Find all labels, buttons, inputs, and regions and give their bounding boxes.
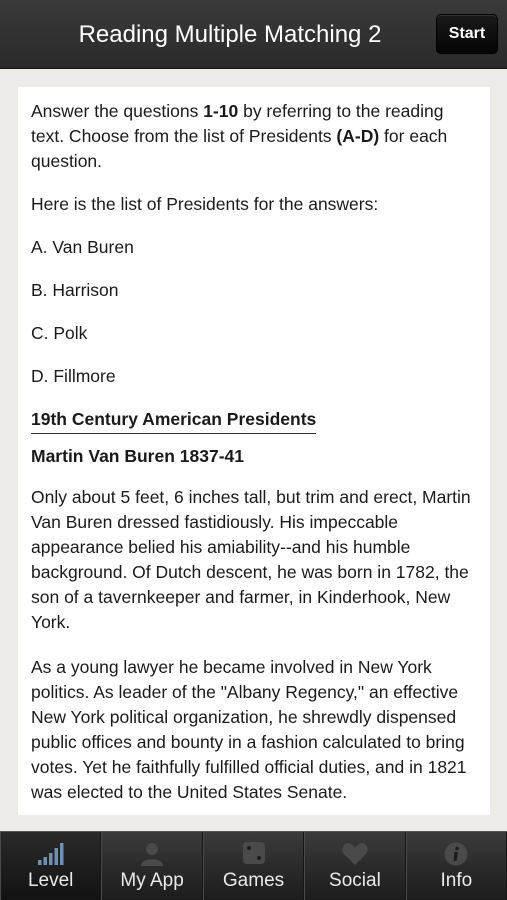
tab-label-my-app: My App xyxy=(120,870,184,891)
questions-range: 1-10 xyxy=(203,101,239,121)
tab-info[interactable]: Info xyxy=(405,832,507,900)
tab-label-info: Info xyxy=(440,870,473,891)
start-button[interactable]: Start xyxy=(436,14,498,54)
signal-bars-icon xyxy=(37,843,64,865)
option-b: B. Harrison xyxy=(31,280,119,300)
paragraph-2: As a young lawyer he became involved in … xyxy=(31,657,467,802)
person-icon xyxy=(141,843,164,866)
answers-range: (A-D) xyxy=(336,126,380,146)
section-title: 19th Century American Presidents xyxy=(31,407,317,434)
tab-level[interactable]: Level xyxy=(0,832,102,900)
list-intro-text: Here is the list of Presidents for the a… xyxy=(31,194,379,214)
option-c: C. Polk xyxy=(31,323,88,343)
header-bar: Reading Multiple Matching 2 Start xyxy=(0,0,507,69)
dice-icon xyxy=(242,842,265,864)
page-title: Reading Multiple Matching 2 xyxy=(78,21,382,48)
tab-label-social: Social xyxy=(329,870,381,891)
option-a: A. Van Buren xyxy=(31,237,134,257)
reading-content-panel[interactable]: Answer the questions 1-10 by referring t… xyxy=(18,87,490,815)
tab-my-app[interactable]: My App xyxy=(101,832,203,900)
bottom-tab-bar: Level My App Games Social Info xyxy=(0,831,507,900)
info-icon xyxy=(444,842,468,866)
option-d: D. Fillmore xyxy=(31,366,116,386)
tab-games[interactable]: Games xyxy=(202,832,305,900)
tab-label-level: Level xyxy=(27,870,74,891)
heart-icon xyxy=(342,843,368,865)
instructions-text: Answer the questions 1-10 by referring t… xyxy=(31,101,448,171)
president-heading: Martin Van Buren 1837-41 xyxy=(31,446,244,466)
paragraph-1: Only about 5 feet, 6 inches tall, but tr… xyxy=(31,487,471,632)
tab-social[interactable]: Social xyxy=(304,832,406,900)
tab-label-games: Games xyxy=(222,870,285,891)
